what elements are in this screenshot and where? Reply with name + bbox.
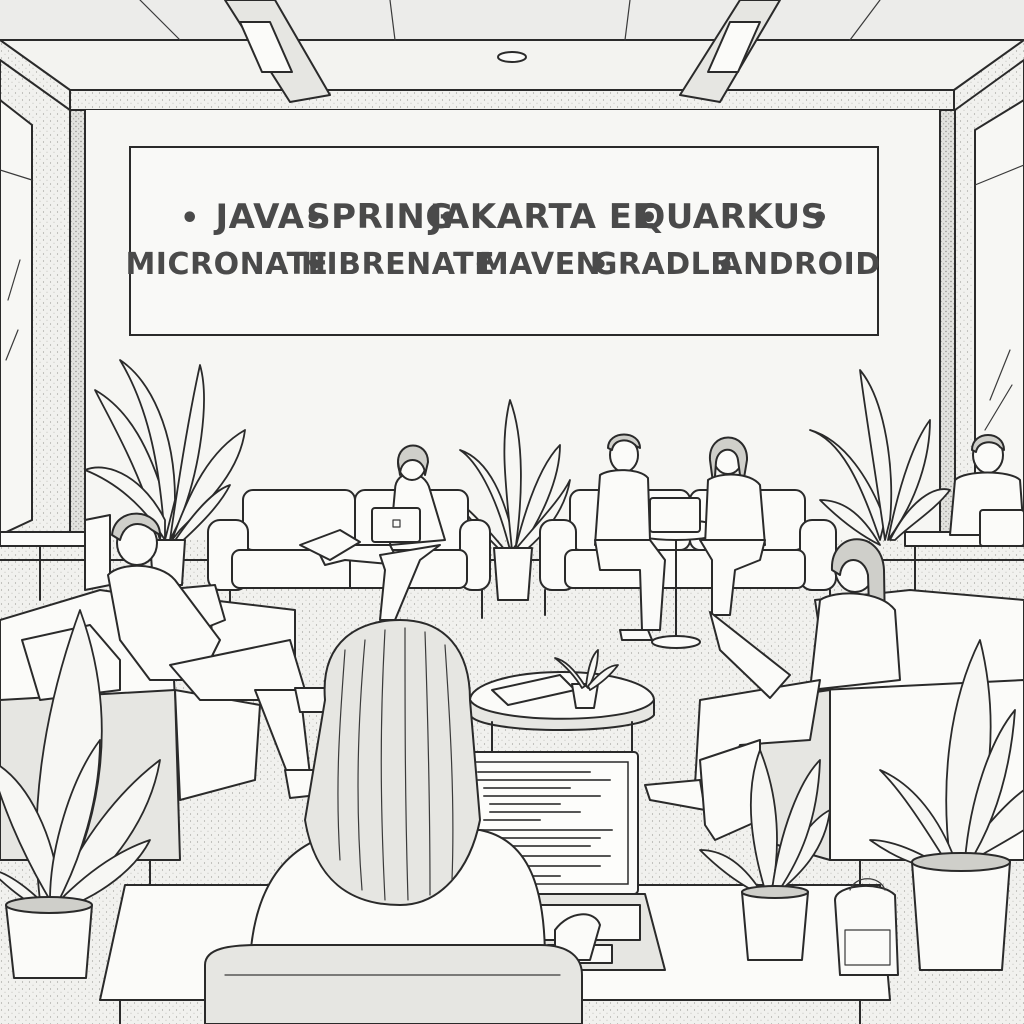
- laptop-back-left: [371, 507, 421, 543]
- tech-banner: • JAVA • SPRING • JAKARTA EE • QUARKUS •…: [125, 146, 880, 336]
- laptop-back-table: [649, 497, 701, 533]
- coworking-lounge-illustration: • JAVA • SPRING • JAKARTA EE • QUARKUS •…: [0, 0, 1024, 1024]
- banner-item-android: ANDROID: [719, 247, 880, 282]
- front-chair: [204, 944, 583, 1024]
- left-window: [0, 58, 71, 562]
- banner-item-java: JAVA: [214, 197, 305, 237]
- banner-item-maven: MAVEN: [479, 247, 601, 282]
- planter-front-left: [5, 904, 93, 979]
- banner-line-1: • JAVA • SPRING • JAKARTA EE • QUARKUS •: [180, 197, 830, 237]
- banner-item-micronate: MICRONATE: [125, 247, 328, 282]
- banner-item-gradle: GRADLE: [593, 247, 731, 282]
- banner-bullet: •: [180, 201, 200, 236]
- banner-item-jakarta-ee: JAKARTA EE: [428, 197, 656, 237]
- ceiling-spotlight: [497, 51, 527, 63]
- ceiling: [0, 0, 1024, 111]
- backpack: [834, 878, 899, 976]
- planter-front-right: [911, 861, 1011, 971]
- banner-bullet: •: [810, 201, 830, 236]
- banner-line-2: MICRONATE • HIBRENATE • MAVEN • GRADLE •…: [125, 247, 880, 282]
- banner-item-hibrenate: HIBRENATE: [301, 247, 495, 282]
- banner-item-quarkus: QUARKUS: [636, 197, 825, 237]
